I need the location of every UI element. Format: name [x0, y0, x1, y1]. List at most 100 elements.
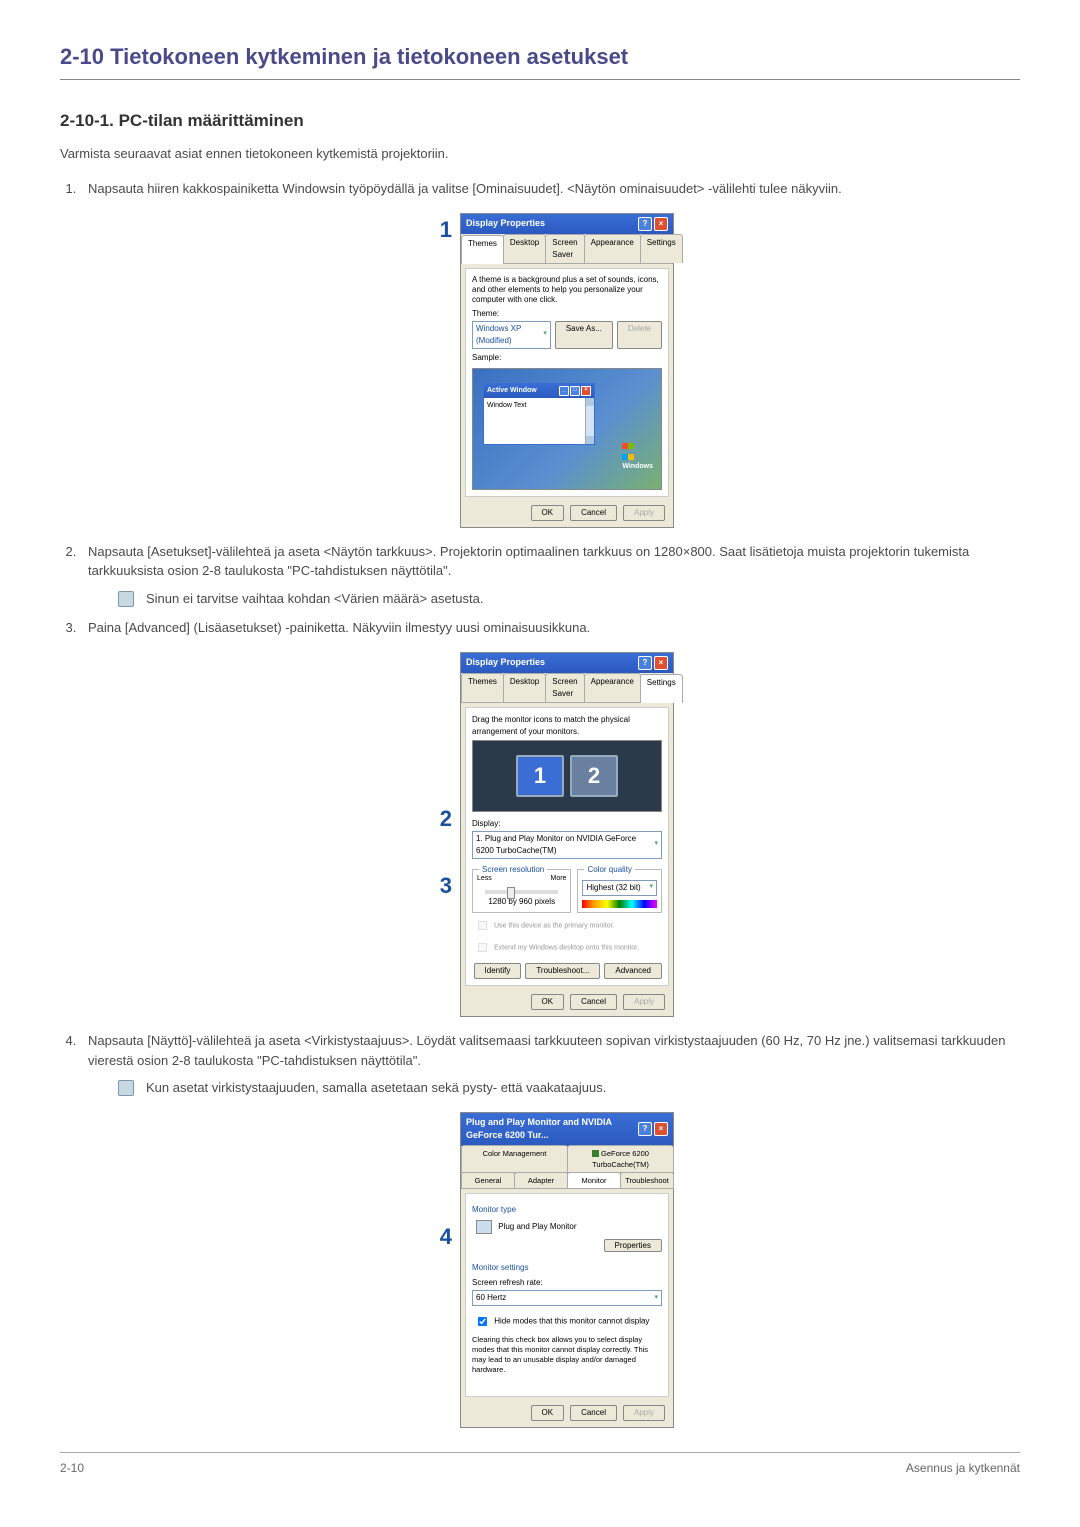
hide-modes-checkbox[interactable]: Hide modes that this monitor cannot disp…	[472, 1312, 662, 1331]
dialog1-title: Display Properties	[466, 217, 545, 231]
tab-themes[interactable]: Themes	[461, 235, 504, 264]
extend-desktop-checkbox: Extend my Windows desktop onto this moni…	[472, 938, 662, 957]
hide-modes-desc: Clearing this check box allows you to se…	[472, 1335, 662, 1374]
advanced-button[interactable]: Advanced	[604, 963, 662, 979]
tab-appearance[interactable]: Appearance	[584, 234, 641, 263]
refresh-rate-label: Screen refresh rate:	[472, 1277, 662, 1289]
theme-label: Theme:	[472, 308, 662, 320]
step-4: Napsauta [Näyttö]-välilehteä ja aseta <V…	[80, 1031, 1020, 1428]
dialog-display-properties-themes: Display Properties ? × Themes Desktop Sc…	[460, 213, 674, 528]
note-icon	[118, 591, 134, 607]
cancel-button[interactable]: Cancel	[570, 994, 617, 1010]
page-footer: 2-10 Asennus ja kytkennät	[60, 1452, 1020, 1477]
troubleshoot-button[interactable]: Troubleshoot...	[525, 963, 600, 979]
tab-appearance[interactable]: Appearance	[584, 673, 641, 702]
refresh-rate-value: 60 Hertz	[476, 1292, 506, 1304]
color-bar	[582, 900, 657, 908]
monitor-icon	[476, 1220, 492, 1234]
chevron-down-icon: ▾	[654, 839, 658, 850]
tab-desktop[interactable]: Desktop	[503, 234, 546, 263]
intro-text: Varmista seuraavat asiat ennen tietokone…	[60, 144, 1020, 164]
step-2-text: Napsauta [Asetukset]-välilehteä ja aseta…	[88, 544, 969, 579]
dialog2-title: Display Properties	[466, 656, 545, 670]
footer-left: 2-10	[60, 1459, 84, 1477]
chevron-down-icon: ▾	[654, 1293, 658, 1304]
identify-button[interactable]: Identify	[474, 963, 522, 979]
tab-monitor[interactable]: Monitor	[567, 1172, 621, 1189]
tab-settings[interactable]: Settings	[640, 234, 683, 263]
tab-settings[interactable]: Settings	[640, 674, 683, 703]
windows-logo-text: Windows	[622, 462, 653, 473]
sample-label: Sample:	[472, 352, 662, 364]
callout-1: 1	[434, 213, 460, 246]
dialog2-desc: Drag the monitor icons to match the phys…	[472, 714, 662, 738]
nvidia-icon	[592, 1150, 599, 1157]
primary-monitor-checkbox: Use this device as the primary monitor.	[472, 916, 662, 935]
help-icon[interactable]: ?	[638, 656, 652, 670]
save-as-button[interactable]: Save As...	[555, 321, 613, 349]
steps-list: Napsauta hiiren kakkospainiketta Windows…	[60, 179, 1020, 1428]
dialog1-desc: A theme is a background plus a set of so…	[472, 275, 662, 305]
delete-button[interactable]: Delete	[617, 321, 662, 349]
chevron-down-icon: ▾	[649, 882, 653, 893]
dialog-display-properties-settings: Display Properties ? × Themes Desktop Sc…	[460, 652, 674, 1018]
close-icon[interactable]: ×	[654, 217, 668, 231]
apply-button[interactable]: Apply	[623, 505, 665, 521]
step-4-note: Kun asetat virkistystaajuuden, samalla a…	[146, 1078, 606, 1098]
tab-adapter[interactable]: Adapter	[514, 1172, 568, 1189]
monitor-type-title: Monitor type	[472, 1204, 662, 1216]
display-value: 1. Plug and Play Monitor on NVIDIA GeFor…	[476, 833, 654, 857]
window-text: Window Text	[484, 398, 594, 415]
apply-button[interactable]: Apply	[623, 994, 665, 1010]
resolution-group-title: Screen resolution	[479, 864, 547, 876]
monitor-2[interactable]: 2	[570, 755, 618, 797]
dialog3-title: Plug and Play Monitor and NVIDIA GeForce…	[466, 1116, 638, 1143]
step-3-text: Paina [Advanced] (Lisäasetukset) -painik…	[88, 620, 590, 635]
ok-button[interactable]: OK	[531, 505, 565, 521]
close-icon[interactable]: ×	[654, 656, 668, 670]
cancel-button[interactable]: Cancel	[570, 505, 617, 521]
color-quality-value: Highest (32 bit)	[586, 882, 640, 894]
color-quality-combo[interactable]: Highest (32 bit) ▾	[582, 880, 657, 896]
tab-themes[interactable]: Themes	[461, 673, 504, 702]
more-label: More	[551, 874, 567, 885]
close-icon[interactable]: ×	[654, 1122, 668, 1136]
step-1-text: Napsauta hiiren kakkospainiketta Windows…	[88, 181, 842, 196]
tab-geforce[interactable]: GeForce 6200 TurboCache(TM)	[567, 1145, 674, 1174]
dialog-monitor-properties: Plug and Play Monitor and NVIDIA GeForce…	[460, 1112, 674, 1429]
theme-value: Windows XP (Modified)	[476, 323, 543, 347]
scrollbar	[585, 398, 594, 444]
maximize-icon: □	[570, 386, 580, 396]
ok-button[interactable]: OK	[531, 994, 565, 1010]
tab-color-management[interactable]: Color Management	[461, 1145, 568, 1174]
step-2-note: Sinun ei tarvitse vaihtaa kohdan <Värien…	[146, 589, 484, 609]
callout-4: 4	[434, 1220, 460, 1253]
page-title: 2-10 Tietokoneen kytkeminen ja tietokone…	[60, 40, 1020, 80]
step-2: Napsauta [Asetukset]-välilehteä ja aseta…	[80, 542, 1020, 609]
windows-logo: Windows	[622, 441, 653, 473]
minimize-icon: _	[559, 386, 569, 396]
ok-button[interactable]: OK	[531, 1405, 565, 1421]
cancel-button[interactable]: Cancel	[570, 1405, 617, 1421]
tab-screen-saver[interactable]: Screen Saver	[545, 234, 584, 263]
properties-button[interactable]: Properties	[604, 1239, 662, 1252]
tab-general[interactable]: General	[461, 1172, 515, 1189]
monitor-1[interactable]: 1	[516, 755, 564, 797]
display-combo[interactable]: 1. Plug and Play Monitor on NVIDIA GeFor…	[472, 831, 662, 859]
resolution-slider[interactable]	[485, 890, 558, 894]
display-label: Display:	[472, 818, 662, 830]
apply-button[interactable]: Apply	[623, 1405, 665, 1421]
section-subtitle: 2-10-1. PC-tilan määrittäminen	[60, 108, 1020, 134]
tab-troubleshoot[interactable]: Troubleshoot	[620, 1172, 674, 1189]
help-icon[interactable]: ?	[638, 217, 652, 231]
help-icon[interactable]: ?	[638, 1122, 652, 1136]
theme-combo[interactable]: Windows XP (Modified) ▾	[472, 321, 551, 349]
theme-sample: Active Window _ □ × Window Text	[472, 368, 662, 490]
footer-right: Asennus ja kytkennät	[906, 1459, 1020, 1477]
refresh-rate-combo[interactable]: 60 Hertz ▾	[472, 1290, 662, 1306]
monitor-type-value: Plug and Play Monitor	[498, 1222, 576, 1231]
tab-screen-saver[interactable]: Screen Saver	[545, 673, 584, 702]
monitor-arrangement[interactable]: 1 2	[472, 740, 662, 812]
close-icon: ×	[581, 386, 591, 396]
tab-desktop[interactable]: Desktop	[503, 673, 546, 702]
